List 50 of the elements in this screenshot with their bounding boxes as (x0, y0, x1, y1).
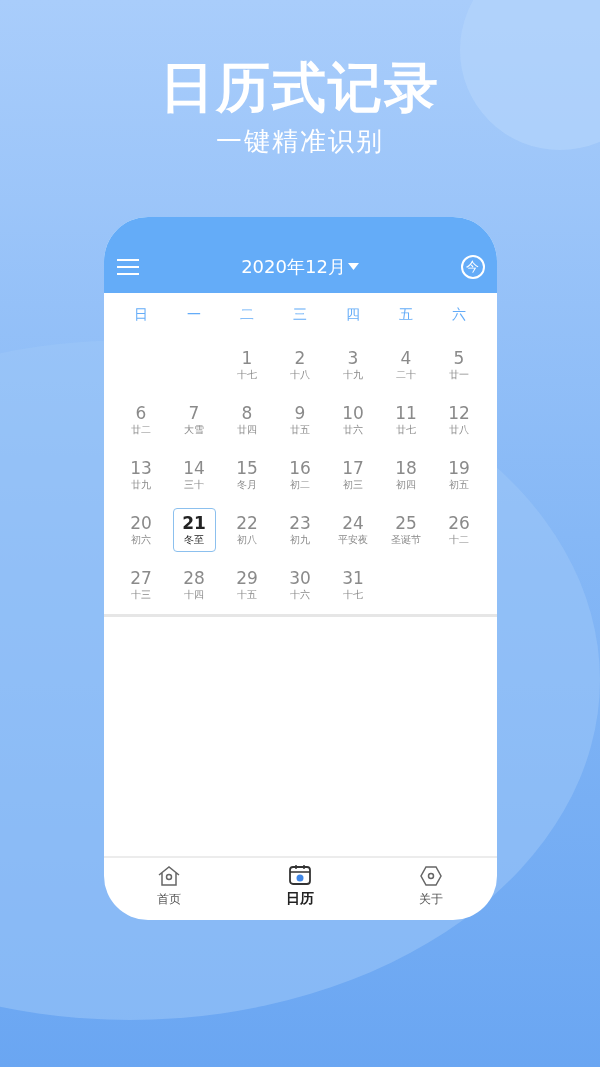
day-cell[interactable]: 4 二十 (384, 342, 428, 387)
day-cell[interactable]: 12 廿八 (437, 397, 481, 442)
day-cell[interactable]: 31 十七 (331, 562, 375, 607)
day-cell[interactable]: 7 大雪 (172, 397, 216, 442)
month-picker[interactable]: 2020年12月 (241, 255, 359, 279)
hexagon-icon (419, 864, 443, 887)
day-cell[interactable]: 6 廿二 (119, 397, 163, 442)
caret-icon (347, 263, 359, 271)
day-cell[interactable]: 27 十三 (119, 562, 163, 607)
day-cell[interactable]: 23 初九 (278, 507, 322, 552)
headline-subtitle: 一键精准识别 (216, 125, 384, 158)
home-icon (157, 864, 181, 887)
day-cell[interactable]: 26 十二 (437, 507, 481, 552)
day-cell[interactable]: 19 初五 (437, 452, 481, 497)
day-cell[interactable]: 5 廿一 (437, 342, 481, 387)
weekday-label: 六 (452, 305, 466, 324)
day-cell[interactable]: 2 十八 (278, 342, 322, 387)
day-cell[interactable]: 29 十五 (225, 562, 269, 607)
day-cell[interactable]: 20 初六 (119, 507, 163, 552)
calendar-icon (288, 864, 312, 886)
menu-icon[interactable] (115, 257, 140, 277)
day-cell[interactable]: 9 廿五 (278, 397, 322, 442)
day-cell[interactable]: 14 三十 (172, 452, 216, 497)
day-cell[interactable]: 17 初三 (331, 452, 375, 497)
weekday-label: 二 (240, 305, 254, 324)
headline-title: 日历式记录 (160, 56, 440, 120)
nav-tab[interactable]: 日历 (234, 858, 366, 920)
day-cell[interactable]: 28 十四 (172, 562, 216, 607)
day-cell[interactable]: 30 十六 (278, 562, 322, 607)
day-cell[interactable]: 21 冬至 (172, 507, 216, 552)
day-cell[interactable]: 11 廿七 (384, 397, 428, 442)
day-cell[interactable]: 13 廿九 (119, 452, 163, 497)
day-cell[interactable]: 18 初四 (384, 452, 428, 497)
day-cell[interactable]: 25 圣诞节 (384, 507, 428, 552)
nav-tab[interactable]: 关于 (365, 858, 497, 920)
day-cell[interactable]: 3 十九 (331, 342, 375, 387)
day-cell[interactable]: 1 十七 (225, 342, 269, 387)
day-cell[interactable]: 10 廿六 (331, 397, 375, 442)
day-cell[interactable]: 22 初八 (225, 507, 269, 552)
weekday-label: 三 (293, 305, 307, 324)
day-cell[interactable]: 8 廿四 (225, 397, 269, 442)
today-button[interactable]: 今 (460, 255, 485, 279)
day-cell[interactable]: 15 冬月 (225, 452, 269, 497)
weekday-label: 五 (399, 305, 413, 324)
weekday-label: 一 (187, 305, 201, 324)
nav-tab[interactable]: 首页 (103, 858, 235, 920)
day-cell[interactable]: 24 平安夜 (331, 507, 375, 552)
weekday-label: 四 (346, 305, 360, 324)
weekday-label: 日 (134, 305, 148, 324)
day-cell[interactable]: 16 初二 (278, 452, 322, 497)
